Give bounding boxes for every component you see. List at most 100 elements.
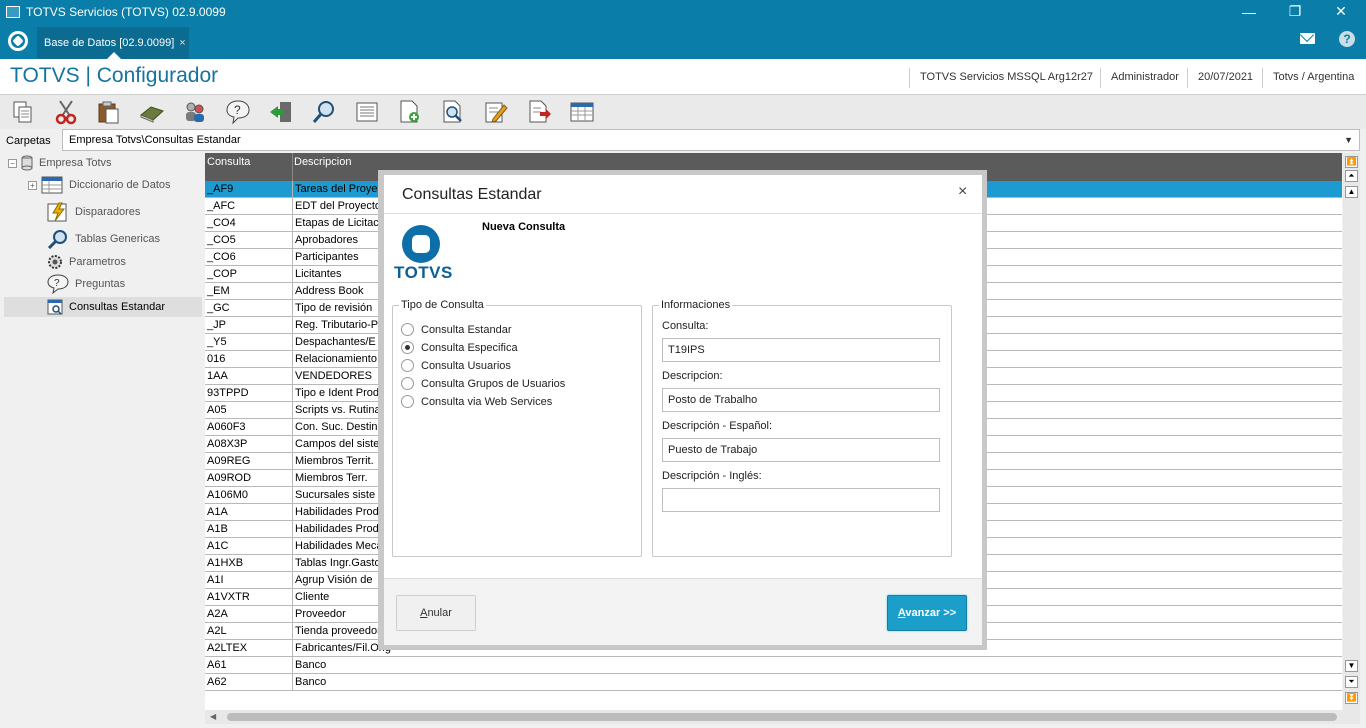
tree-item-empresa-totvs[interactable]: − Empresa Totvs [8,153,112,173]
svg-text:?: ? [234,103,241,117]
radio-button-selected[interactable] [401,341,414,354]
trigger-icon [47,202,67,222]
help-icon[interactable]: ? [1339,31,1355,47]
help-toolbar-icon[interactable]: ? [225,99,251,125]
tab-label: Base de Datos [02.9.0099] [44,37,175,49]
expand-icon[interactable]: + [28,180,37,190]
edit-icon[interactable] [483,99,509,125]
cell-consulta: A09ROD [207,472,252,484]
cell-consulta: A1HXB [207,557,244,569]
radio-button[interactable] [401,323,414,336]
app-header: TOTVS | Configurador TOTVS Servicios MSS… [0,59,1366,95]
preview-icon[interactable] [440,99,466,125]
cell-consulta: _CO5 [207,234,236,246]
cell-consulta: 1AA [207,370,228,382]
column-header-descripcion[interactable]: Descripcion [294,156,351,168]
radio-button[interactable] [401,359,414,372]
radio-consulta-usuarios[interactable]: Consulta Usuarios [401,359,511,372]
export-icon[interactable] [526,99,552,125]
scroll-page-down-icon[interactable]: ⏷ [1345,676,1358,688]
tree-item-consultas-estandar[interactable]: Consultas Estandar [4,297,202,317]
tree-item-disparadores[interactable]: Disparadores [47,202,140,222]
chevron-down-icon[interactable]: ▼ [1344,130,1353,150]
radio-consulta-especifica[interactable]: Consulta Especifica [401,341,518,354]
column-separator [292,521,293,538]
radio-consulta-grupos-de-usuarios[interactable]: Consulta Grupos de Usuarios [401,377,565,390]
cell-consulta: A1I [207,574,224,586]
company-info: Totvs / Argentina [1262,68,1354,88]
table-icon[interactable] [569,99,595,125]
column-separator [292,300,293,317]
cell-consulta: A61 [207,659,227,671]
radio-consulta-via-web-services[interactable]: Consulta via Web Services [401,395,552,408]
collapse-icon[interactable]: − [8,158,17,168]
radio-label: Consulta via Web Services [421,395,553,408]
anular-button[interactable]: Anular [396,595,476,631]
cell-consulta: _CO6 [207,251,236,263]
scroll-down-icon[interactable]: ▼ [1345,660,1358,672]
scroll-up-icon[interactable]: ▲ [1345,186,1358,198]
cell-consulta: A106M0 [207,489,248,501]
tab-close-icon[interactable]: × [179,37,185,49]
window-title: TOTVS Servicios (TOTVS) 02.9.0099 [26,4,226,19]
tree-item-diccionario-de-datos[interactable]: + Diccionario de Datos [28,175,171,195]
tree-item-label: Diccionario de Datos [69,179,171,191]
cell-consulta: A08X3P [207,438,248,450]
radio-button[interactable] [401,395,414,408]
mail-icon[interactable] [1300,33,1315,44]
horizontal-scroll-thumb[interactable] [227,713,1337,721]
consulta-field[interactable] [662,338,940,362]
radio-label: Consulta Usuarios [421,359,511,372]
descripcion-espanol-field[interactable] [662,438,940,462]
search-icon[interactable] [311,99,337,125]
add-document-icon[interactable] [397,99,423,125]
table-row[interactable]: A62 Banco [205,674,1342,691]
tree-item-tablas-genericas[interactable]: Tablas Genericas [47,229,160,249]
cut-icon[interactable] [53,99,79,125]
scroll-page-up-icon[interactable]: ⏶ [1345,170,1358,182]
cell-consulta: A060F3 [207,421,246,433]
maximize-button[interactable]: ❐ [1272,0,1318,23]
search-icon [47,230,67,249]
scroll-top-icon[interactable]: ⏫ [1345,156,1358,168]
cell-descripcion: Banco [295,676,327,688]
radio-button[interactable] [401,377,414,390]
column-header-consulta[interactable]: Consulta [207,156,250,168]
radio-consulta-estandar[interactable]: Consulta Estandar [401,323,512,336]
scroll-bottom-icon[interactable]: ⏬ [1345,692,1358,704]
cell-consulta: A1B [207,523,228,535]
database-icon [21,155,33,171]
exit-icon[interactable] [268,99,294,125]
descripcion-field[interactable] [662,388,940,412]
avanzar-button[interactable]: Avanzar >> [887,595,967,631]
carpetas-label: Carpetas [6,135,51,147]
users-icon[interactable] [182,99,208,125]
column-separator [292,266,293,283]
horizontal-scrollbar[interactable]: ◀ [205,710,1360,724]
column-separator [292,657,293,674]
tree-item-parametros[interactable]: Parametros [47,252,126,272]
descripcion-ingles-field[interactable] [662,488,940,512]
scroll-left-icon[interactable]: ◀ [210,712,216,721]
copy-icon[interactable] [10,99,36,125]
column-separator [292,249,293,266]
minimize-button[interactable]: — [1226,0,1272,23]
column-separator [292,181,293,198]
descripcion-espanol-label: Descripción - Español: [662,420,773,432]
table-row[interactable]: A61 Banco [205,657,1342,674]
radio-label: Consulta Especifica [421,341,518,354]
column-separator [292,317,293,334]
dialog-close-icon[interactable]: × [958,183,967,201]
column-separator [292,198,293,215]
vertical-scrollbar[interactable] [1343,153,1360,710]
column-separator [292,640,293,657]
tab-base-de-datos[interactable]: Base de Datos [02.9.0099] × [37,27,189,59]
cell-consulta: A1C [207,540,229,552]
carpetas-path-field[interactable]: Empresa Totvs\Consultas Estandar ▼ [62,129,1360,151]
tree-item-preguntas[interactable]: ? Preguntas [47,274,125,294]
close-window-button[interactable]: ✕ [1318,0,1364,23]
paste-icon[interactable] [96,99,122,125]
list-icon[interactable] [354,99,380,125]
totvs-logo-icon[interactable] [8,31,28,51]
book-icon[interactable] [139,99,165,125]
